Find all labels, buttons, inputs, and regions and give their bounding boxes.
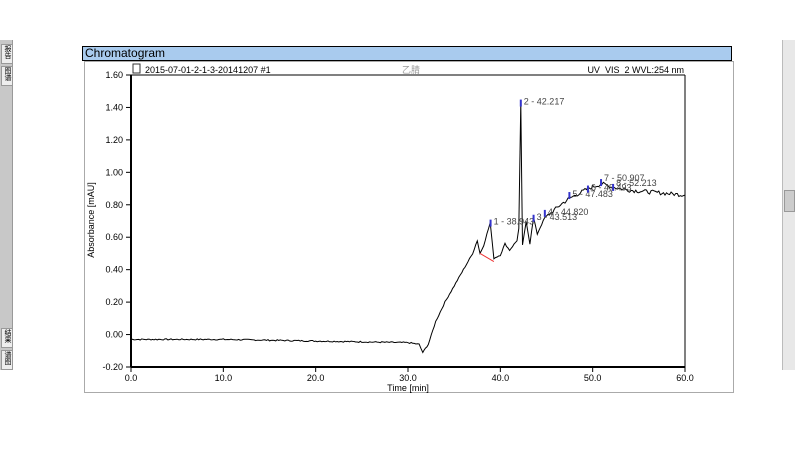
y-tick-label: 0.00 [105, 330, 123, 340]
header-center: 乙腈 [402, 64, 420, 75]
peak-label: 2 - 42.217 [524, 97, 565, 107]
y-tick-label: 1.40 [105, 102, 123, 112]
baseline-segment [479, 253, 495, 262]
trace-line [130, 102, 686, 354]
header-left: 2015-07-01-2-1-3-20141207 #1 [145, 65, 271, 75]
y-tick-label: 1.60 [105, 70, 123, 80]
y-axis-label: Absorbance [mAU] [86, 182, 96, 258]
document-icon [132, 63, 141, 74]
x-tick-label: 10.0 [215, 373, 233, 383]
x-tick-label: 0.0 [125, 373, 138, 383]
peak-label: 4 - 44.820 [548, 207, 589, 217]
x-tick-label: 20.0 [307, 373, 325, 383]
y-tick-label: 1.20 [105, 135, 123, 145]
x-tick-label: 40.0 [492, 373, 510, 383]
peak-label: 8 - 52.213 [616, 178, 657, 188]
x-tick-label: 50.0 [584, 373, 602, 383]
y-tick-label: 0.40 [105, 265, 123, 275]
x-tick-label: 60.0 [676, 373, 694, 383]
y-tick-label: 0.20 [105, 297, 123, 307]
y-tick-label: -0.20 [102, 362, 123, 372]
y-tick-label: 1.00 [105, 167, 123, 177]
peak-label: 1 - 38.943 [494, 217, 535, 227]
header-right: UV_VIS_2 WVL:254 nm [587, 65, 684, 75]
x-axis-label: Time [min] [387, 383, 429, 393]
y-tick-label: 0.60 [105, 232, 123, 242]
x-tick-label: 30.0 [399, 373, 417, 383]
y-tick-label: 0.80 [105, 200, 123, 210]
chromatogram-chart: 2015-07-01-2-1-3-20141207 #1 乙腈 UV_VIS_2… [86, 63, 694, 393]
